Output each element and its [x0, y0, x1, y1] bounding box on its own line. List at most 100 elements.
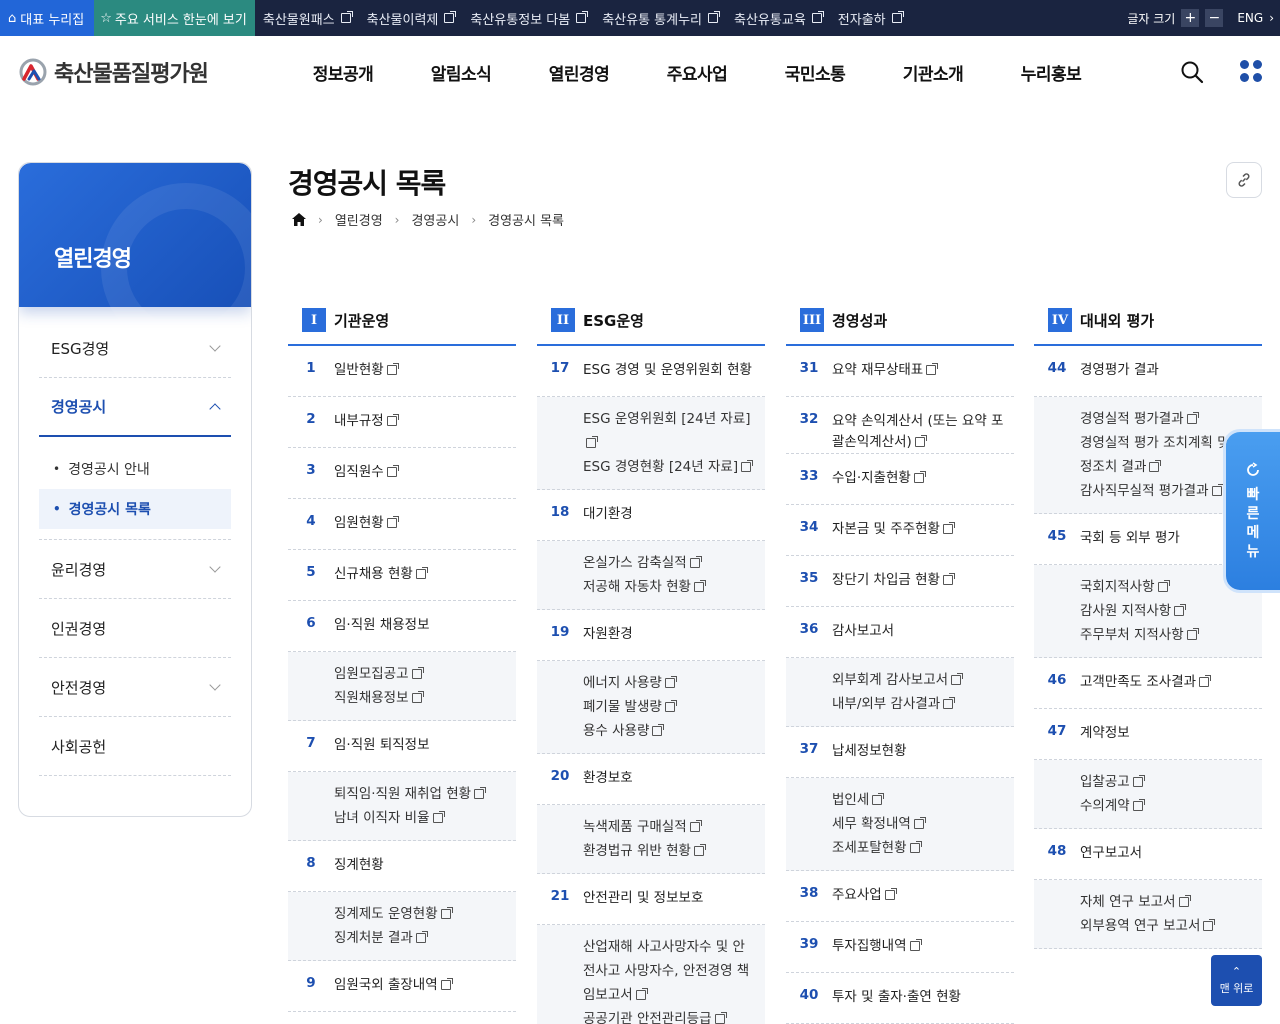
sub-item[interactable]: 외부회계 감사보고서: [832, 668, 1004, 692]
disclosure-item[interactable]: 17 ESG 경영 및 운영위원회 현황: [537, 346, 765, 397]
disclosure-item[interactable]: 7 임·직원 퇴직정보: [288, 721, 516, 772]
sub-item[interactable]: 직원채용정보: [334, 686, 506, 710]
main-nav-item[interactable]: 정보공개: [284, 60, 402, 85]
font-increase-button[interactable]: +: [1181, 9, 1200, 27]
quick-menu-button[interactable]: 빠른메뉴: [1226, 432, 1280, 590]
all-menu-icon[interactable]: [1240, 60, 1262, 82]
home-icon[interactable]: [292, 213, 306, 226]
side-nav-item-human-rights[interactable]: 인권경영: [39, 599, 231, 658]
main-nav-item[interactable]: 알림소식: [402, 60, 520, 85]
main-nav-item[interactable]: 열린경영: [520, 60, 638, 85]
disclosure-item[interactable]: 19 자원환경: [537, 610, 765, 661]
disclosure-item[interactable]: 48 연구보고서: [1034, 829, 1262, 880]
disclosure-item[interactable]: 9 임원국외 출장내역: [288, 961, 516, 1012]
sub-item[interactable]: 경영실적 평가결과: [1080, 407, 1252, 431]
sub-item[interactable]: 세무 확정내역: [832, 812, 1004, 836]
sub-item[interactable]: 주무부처 지적사항: [1080, 623, 1252, 647]
sub-item[interactable]: 내부/외부 감사결과: [832, 692, 1004, 716]
sub-item[interactable]: 저공해 자동차 현황: [583, 575, 755, 599]
sub-item[interactable]: 법인세: [832, 788, 1004, 812]
external-link-icon: [913, 817, 926, 829]
disclosure-item[interactable]: 4 임원현황: [288, 499, 516, 550]
side-nav-item-disclosure[interactable]: 경영공시: [39, 378, 231, 437]
services-link[interactable]: ☆ 주요 서비스 한눈에 보기: [94, 0, 255, 36]
disclosure-item[interactable]: 1 일반현황: [288, 346, 516, 397]
sub-item[interactable]: 용수 사용량: [583, 719, 755, 743]
disclosure-item[interactable]: 46 고객만족도 조사결과: [1034, 658, 1262, 709]
sub-item[interactable]: 수의계약: [1080, 794, 1252, 818]
sub-item[interactable]: 환경법규 위반 현황: [583, 839, 755, 863]
sub-item[interactable]: ESG 경영현황 [24년 자료]: [583, 455, 755, 479]
family-site-link[interactable]: 축산물이력제: [359, 9, 463, 28]
sub-item[interactable]: 자체 연구 보고서: [1080, 890, 1252, 914]
sub-item[interactable]: 에너지 사용량: [583, 671, 755, 695]
home-link[interactable]: ⌂ 대표 누리집: [0, 0, 95, 36]
disclosure-item[interactable]: 36 감사보고서: [786, 607, 1014, 658]
disclosure-item[interactable]: 38 주요사업: [786, 871, 1014, 922]
sub-item-label: 직원채용정보: [334, 690, 409, 706]
sub-item[interactable]: 조세포탈현황: [832, 836, 1004, 860]
sub-item[interactable]: 징계제도 운영현황: [334, 902, 506, 926]
sub-item[interactable]: 외부용역 연구 보고서: [1080, 914, 1252, 938]
disclosure-item[interactable]: 5 신규채용 현황: [288, 550, 516, 601]
font-decrease-button[interactable]: −: [1205, 9, 1224, 27]
sub-item[interactable]: 녹색제품 구매실적: [583, 815, 755, 839]
disclosure-item[interactable]: 10임원연봉: [288, 1012, 516, 1024]
family-site-link[interactable]: 축산유통정보 다봄: [462, 9, 594, 28]
sub-item[interactable]: 산업재해 사고사망자수 및 안전사고 사망자수, 안전경영 책임보고서: [583, 935, 755, 1007]
sub-item[interactable]: 임원모집공고: [334, 662, 506, 686]
disclosure-item[interactable]: 3 임직원수: [288, 448, 516, 499]
family-site-link[interactable]: 축산물원패스: [255, 9, 359, 28]
family-site-link[interactable]: 축산유통교육: [726, 9, 830, 28]
disclosure-item[interactable]: 6 임·직원 채용정보: [288, 601, 516, 652]
sub-item[interactable]: 입찰공고: [1080, 770, 1252, 794]
sub-item[interactable]: 감사원 지적사항: [1080, 599, 1252, 623]
sub-item[interactable]: 온실가스 감축실적: [583, 551, 755, 575]
disclosure-item[interactable]: 39 투자집행내역: [786, 922, 1014, 973]
sub-item[interactable]: 폐기물 발생량: [583, 695, 755, 719]
side-nav-header: 열린경영: [19, 163, 251, 353]
language-link[interactable]: ENG: [1237, 11, 1263, 25]
sub-item-list: 법인세 세무 확정내역 조세포탈현황: [786, 778, 1014, 871]
sub-item[interactable]: ESG 운영위원회 [24년 자료]: [583, 407, 755, 455]
logo[interactable]: 축산물품질평가원: [18, 56, 209, 88]
item-number: 44: [1047, 360, 1067, 376]
disclosure-item[interactable]: 35 장단기 차입금 현황: [786, 556, 1014, 607]
main-nav-item[interactable]: 기관소개: [874, 60, 992, 85]
disclosure-item[interactable]: 34 자본금 및 주주현황: [786, 505, 1014, 556]
side-nav-sub-guide[interactable]: 경영공시 안내: [39, 449, 231, 489]
side-nav-sub-list[interactable]: 경영공시 목록: [39, 489, 231, 529]
sub-item[interactable]: 공공기관 안전관리등급: [583, 1007, 755, 1024]
disclosure-item[interactable]: 2 내부규정: [288, 397, 516, 448]
sub-item[interactable]: 징계처분 결과: [334, 926, 506, 950]
disclosure-item[interactable]: 47 계약정보: [1034, 709, 1262, 760]
family-site-link[interactable]: 전자출하: [830, 9, 910, 28]
item-number: 19: [550, 624, 570, 640]
external-link-icon: [1157, 580, 1170, 592]
sub-item[interactable]: 퇴직임·직원 재취업 현황: [334, 782, 506, 806]
disclosure-item[interactable]: 31 요약 재무상태표: [786, 346, 1014, 397]
main-nav-item[interactable]: 누리홍보: [992, 60, 1110, 85]
search-icon[interactable]: [1180, 60, 1204, 84]
share-button[interactable]: [1226, 162, 1262, 198]
side-nav-item-social[interactable]: 사회공헌: [39, 717, 231, 776]
disclosure-item[interactable]: 20 환경보호: [537, 754, 765, 805]
disclosure-item[interactable]: 18 대기환경: [537, 490, 765, 541]
back-to-top-button[interactable]: ⌃ 맨 위로: [1211, 955, 1262, 1006]
sub-item-label: 감사직무실적 평가결과: [1080, 483, 1209, 499]
disclosure-item[interactable]: 32 요약 손익계산서 (또는 요약 포괄손익계산서): [786, 397, 1014, 454]
disclosure-item[interactable]: 8 징계현황: [288, 841, 516, 892]
disclosure-item[interactable]: 21 안전관리 및 정보보호: [537, 874, 765, 925]
main-nav-item[interactable]: 국민소통: [756, 60, 874, 85]
disclosure-item[interactable]: 44 경영평가 결과: [1034, 346, 1262, 397]
breadcrumb-item[interactable]: 열린경영: [335, 210, 383, 229]
main-nav-item[interactable]: 주요사업: [638, 60, 756, 85]
disclosure-item[interactable]: 37 납세정보현황: [786, 727, 1014, 778]
side-nav-item-safety[interactable]: 안전경영: [39, 658, 231, 717]
family-site-link[interactable]: 축산유통 통계누리: [594, 9, 726, 28]
disclosure-item[interactable]: 40 투자 및 출자·출연 현황: [786, 973, 1014, 1024]
disclosure-item[interactable]: 33 수입·지출현황: [786, 454, 1014, 505]
breadcrumb-item[interactable]: 경영공시: [411, 210, 459, 229]
sub-item[interactable]: 남녀 이직자 비율: [334, 806, 506, 830]
side-nav-item-ethics[interactable]: 윤리경영: [39, 540, 231, 599]
